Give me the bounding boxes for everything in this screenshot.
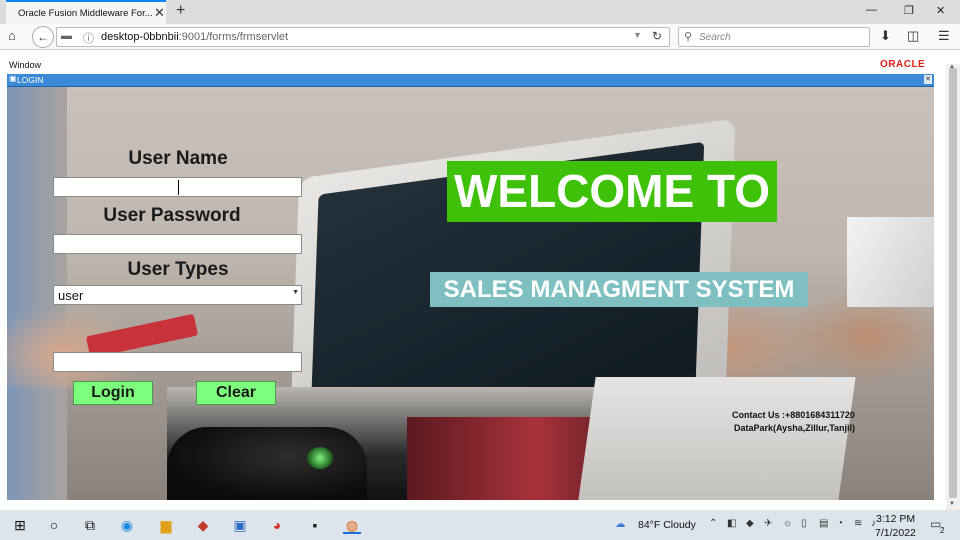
tray-app-icon[interactable]: ▤ <box>819 518 828 529</box>
chevron-down-icon[interactable]: ▼ <box>292 289 299 296</box>
oracle-logo: ORACLE <box>880 59 926 70</box>
page-icon: ▬ <box>61 30 72 42</box>
usertype-select[interactable]: user ▼ <box>53 285 302 305</box>
vertical-scrollbar[interactable]: ▲ ▼ <box>946 64 960 510</box>
windows-start-icon[interactable]: ⊞ <box>11 516 29 534</box>
forms-menubar: Window ORACLE <box>0 56 960 72</box>
login-close-icon[interactable]: ✕ <box>924 75 932 84</box>
background-photo <box>578 377 856 500</box>
info-icon[interactable]: ⓘ <box>83 30 94 46</box>
weather-text[interactable]: 84°F Cloudy <box>638 519 696 531</box>
file-explorer-icon[interactable]: ▆ <box>157 516 175 534</box>
battery-icon[interactable]: ▯ <box>801 518 807 529</box>
close-tab-icon[interactable]: ✕ <box>154 5 165 21</box>
address-bar[interactable]: ▬ ⓘ desktop-0bbnbii:9001/forms/frmservle… <box>56 27 670 47</box>
chrome-icon[interactable]: ◕ <box>268 516 286 534</box>
extra-field[interactable] <box>53 352 302 372</box>
scrollbar-thumb[interactable] <box>949 68 957 498</box>
terminal-icon[interactable]: ▪ <box>306 516 324 534</box>
background-photo <box>307 447 333 469</box>
background-photo <box>167 427 367 500</box>
tray-app-icon[interactable]: ✈ <box>764 518 772 529</box>
system-name-banner: SALES MANAGMENT SYSTEM <box>430 272 808 307</box>
login-canvas: User Name User Password User Types user … <box>7 87 934 500</box>
tray-app-icon[interactable]: ◧ <box>727 518 736 529</box>
search-input[interactable]: ⚲ Search <box>678 27 870 47</box>
clock-date[interactable]: 7/1/2022 <box>875 527 916 539</box>
window-icon: ▣ <box>9 74 17 83</box>
background-photo <box>847 217 934 307</box>
window-app-icon[interactable]: ▣ <box>231 516 249 534</box>
firefox-icon[interactable]: ◍ <box>343 516 361 534</box>
url-host: desktop-0bbnbii <box>101 31 179 43</box>
search-icon[interactable]: ○ <box>45 516 63 534</box>
password-field[interactable] <box>53 234 302 254</box>
login-window-titlebar: ▣ LOGIN ✕ <box>7 74 934 87</box>
search-icon: ⚲ <box>684 31 693 43</box>
restore-icon[interactable]: ❐ <box>904 4 914 17</box>
tab-title: Oracle Fusion Middleware For... <box>18 8 153 19</box>
clear-button[interactable]: Clear <box>196 381 276 405</box>
minimize-icon[interactable]: — <box>866 4 877 16</box>
app-icon[interactable]: ◆ <box>194 516 212 534</box>
back-button[interactable]: ← <box>32 26 54 48</box>
tray-expand-icon[interactable]: ⌃ <box>709 518 717 529</box>
wifi-icon[interactable]: ≋ <box>854 518 862 529</box>
contact-line: Contact Us :+8801684311720 <box>732 410 855 420</box>
usertype-value: user <box>58 288 84 303</box>
network-icon[interactable]: ◔ <box>837 518 843 529</box>
notification-count: 2 <box>940 526 945 535</box>
login-window-title: LOGIN <box>17 75 44 85</box>
clock-time[interactable]: 3:12 PM <box>876 513 915 525</box>
browser-navbar: ⌂ ← ▬ ⓘ desktop-0bbnbii:9001/forms/frmse… <box>0 24 960 50</box>
text-caret <box>178 180 179 195</box>
usertype-label: User Types <box>127 259 229 280</box>
sidebar-icon[interactable]: ◫ <box>907 28 919 44</box>
task-view-icon[interactable]: ⧉ <box>81 516 99 534</box>
menu-icon[interactable]: ☰ <box>938 28 950 44</box>
menu-window[interactable]: Window <box>9 60 41 70</box>
url-dropdown-icon[interactable]: ▼ <box>633 30 642 40</box>
home-icon[interactable]: ⌂ <box>8 28 16 43</box>
weather-icon: ☁ <box>615 518 626 530</box>
search-placeholder: Search <box>699 32 731 43</box>
tray-app-icon[interactable]: ◆ <box>746 518 754 529</box>
window-close-icon[interactable]: ✕ <box>936 4 945 17</box>
reload-icon[interactable]: ↻ <box>652 29 662 43</box>
scroll-down-icon[interactable]: ▼ <box>949 501 955 507</box>
contact-names: DataPark(Aysha,Zillur,Tanjil) <box>734 423 856 433</box>
tray-app-icon[interactable]: ☼ <box>783 518 792 529</box>
welcome-banner: WELCOME TO <box>447 161 777 222</box>
username-label: User Name <box>128 148 228 169</box>
download-icon[interactable]: ⬇ <box>880 28 891 44</box>
browser-tab-strip: Oracle Fusion Middleware For... ✕ + — ❐ … <box>0 0 960 24</box>
edge-icon[interactable]: ◉ <box>118 516 136 534</box>
url-path: :9001/forms/frmservlet <box>178 31 289 43</box>
login-button[interactable]: Login <box>73 381 153 405</box>
windows-taskbar: ⊞ ○ ⧉ ◉ ▆ ◆ ▣ ◕ ▪ ◍ ☁ 84°F Cloudy ⌃ ◧ ◆ … <box>0 510 960 540</box>
new-tab-icon[interactable]: + <box>176 2 185 20</box>
browser-tab[interactable]: Oracle Fusion Middleware For... ✕ <box>6 0 166 24</box>
username-field[interactable] <box>53 177 302 197</box>
password-label: User Password <box>103 205 241 226</box>
